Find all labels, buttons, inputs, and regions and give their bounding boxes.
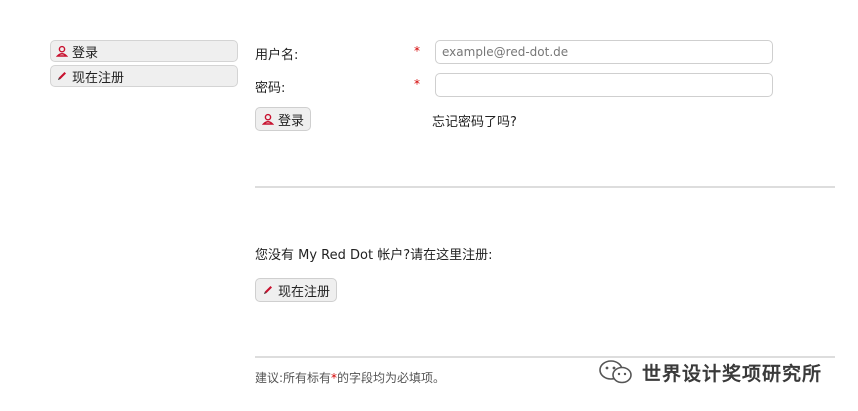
section-divider — [255, 186, 835, 188]
watermark-text: 世界设计奖项研究所 — [642, 362, 823, 385]
username-label: 用户名: — [255, 48, 299, 63]
required-fields-hint: 建议:所有标有*的字段均为必填项。 — [255, 371, 446, 385]
forgot-password-link[interactable]: 忘记密码了吗? — [432, 111, 517, 130]
user-icon — [262, 113, 274, 125]
wechat-icon — [599, 360, 632, 384]
sidebar-register-label: 现在注册 — [72, 70, 125, 86]
user-icon — [56, 45, 68, 57]
register-button[interactable]: 现在注册 — [255, 278, 338, 302]
password-required-mark: * — [414, 77, 420, 91]
watermark: 世界设计奖项研究所 — [598, 358, 822, 386]
pencil-icon — [264, 286, 272, 294]
sidebar-login-button[interactable]: 登录 — [50, 40, 238, 62]
password-input[interactable] — [435, 73, 773, 97]
register-prompt: 您没有 My Red Dot 帐户?请在这里注册: — [255, 248, 493, 263]
login-button-label: 登录 — [278, 113, 305, 129]
username-required-mark: * — [414, 44, 420, 58]
username-input[interactable] — [435, 40, 773, 64]
login-button[interactable]: 登录 — [255, 107, 312, 131]
password-label: 密码: — [255, 81, 286, 96]
sidebar-login-label: 登录 — [72, 45, 99, 61]
sidebar-register-button[interactable]: 现在注册 — [50, 65, 238, 87]
register-button-label: 现在注册 — [278, 284, 331, 300]
pencil-icon — [58, 72, 66, 80]
